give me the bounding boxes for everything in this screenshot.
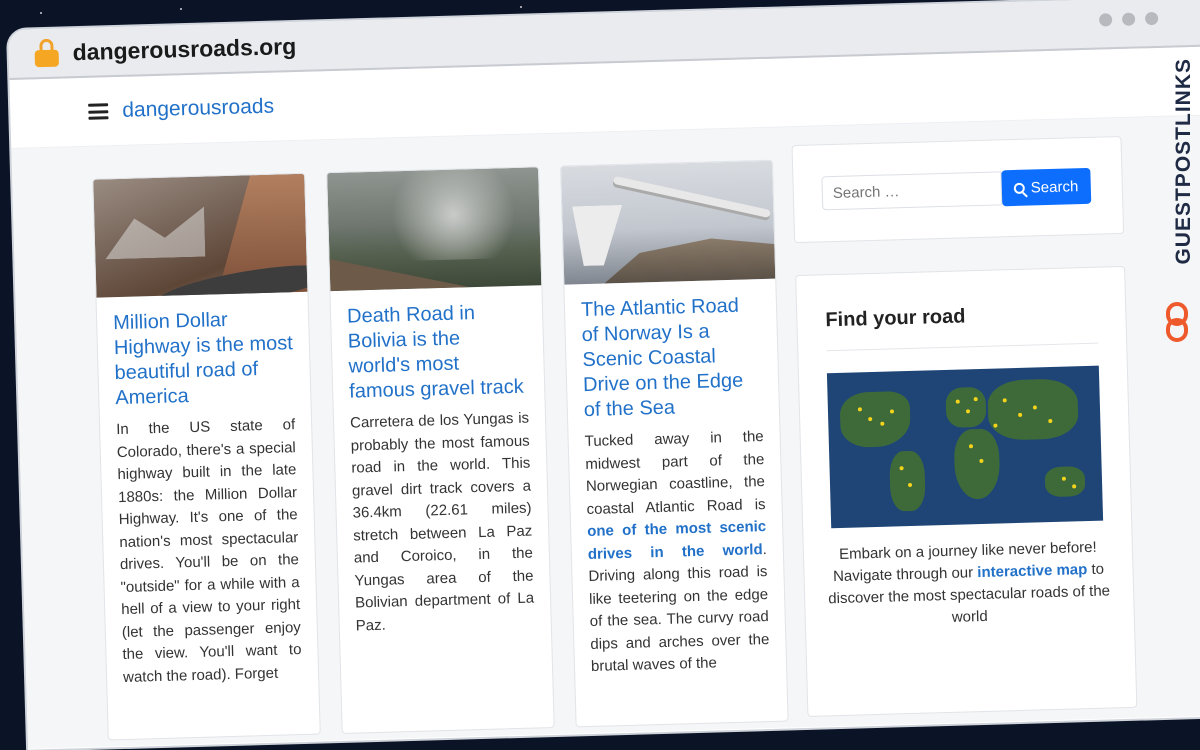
window-dot-icon[interactable] xyxy=(1121,12,1136,26)
widget-divider xyxy=(826,342,1099,352)
widget-title: Find your road xyxy=(825,305,966,332)
site-brand[interactable]: dangerousroads xyxy=(122,95,274,123)
search-button[interactable]: Search xyxy=(1001,167,1091,207)
browser-window: dangerousroads.org dangerousroads Millio… xyxy=(8,0,1200,750)
article-excerpt: Tucked away in the midwest part of the N… xyxy=(584,428,770,675)
lock-icon xyxy=(34,38,60,68)
interactive-map-link[interactable]: interactive map xyxy=(977,561,1087,581)
article-image[interactable] xyxy=(561,160,776,285)
window-dot-icon[interactable] xyxy=(1098,13,1113,27)
article-image[interactable] xyxy=(327,167,542,292)
article-title[interactable]: Death Road in Bolivia is the world's mos… xyxy=(347,300,529,405)
address-url[interactable]: dangerousroads.org xyxy=(72,32,296,65)
search-icon xyxy=(1013,182,1025,194)
map-description: Embark on a journey like never before! N… xyxy=(828,538,1111,626)
chain-link-icon xyxy=(1166,302,1190,344)
scenic-drives-link[interactable]: one of the most scenic drives in the wor… xyxy=(587,518,766,562)
main-content: Million Dollar Highway is the most beaut… xyxy=(11,115,1200,749)
article-excerpt: In the US state of Colorado, there's a s… xyxy=(115,416,302,686)
article-card[interactable]: Million Dollar Highway is the most beaut… xyxy=(92,172,321,741)
watermark-label: GUESTPOSTLINKS xyxy=(1172,58,1195,265)
article-title[interactable]: The Atlantic Road of Norway Is a Scenic … xyxy=(581,293,763,423)
article-image[interactable] xyxy=(93,173,308,298)
article-card[interactable]: The Atlantic Road of Norway Is a Scenic … xyxy=(560,159,789,728)
menu-icon[interactable] xyxy=(88,103,109,120)
article-title[interactable]: Million Dollar Highway is the most beaut… xyxy=(113,306,295,411)
window-controls xyxy=(1098,11,1159,27)
article-excerpt: Carretera de los Yungas is probably the … xyxy=(349,409,535,635)
article-card[interactable]: Death Road in Bolivia is the world's mos… xyxy=(326,166,555,734)
window-dot-icon[interactable] xyxy=(1144,11,1159,26)
world-map-image[interactable] xyxy=(826,365,1104,529)
find-road-widget: Find your road Embark on a journey like … xyxy=(795,265,1138,717)
search-widget: Search xyxy=(791,135,1125,244)
search-input[interactable] xyxy=(821,171,1003,211)
search-button-label: Search xyxy=(1030,177,1079,196)
